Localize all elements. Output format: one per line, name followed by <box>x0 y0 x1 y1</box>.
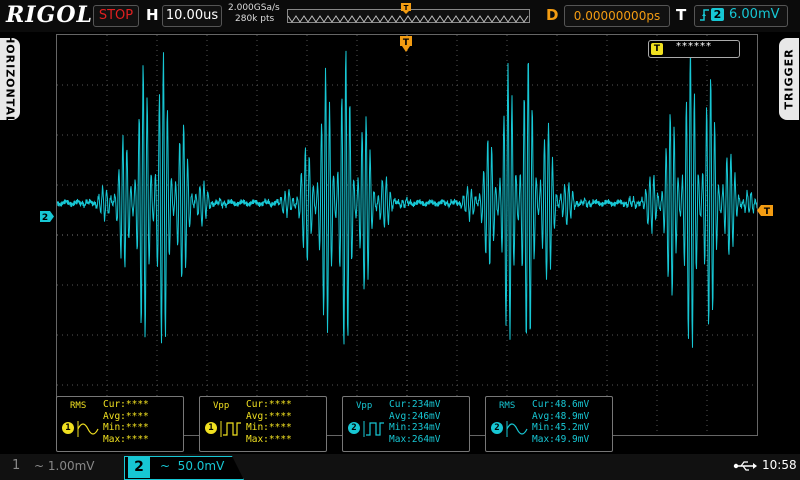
trigger-level-marker[interactable]: T <box>757 205 773 216</box>
max-value: **** <box>125 433 149 445</box>
min-label: Min: <box>389 422 412 433</box>
min-label: Min: <box>246 422 269 433</box>
cur-label: Cur: <box>532 399 555 410</box>
cur-label: Cur: <box>246 399 269 410</box>
trigger-delay-value[interactable]: 0.00000000ps <box>564 5 670 27</box>
avg-value: 48.9mV <box>554 410 590 422</box>
trigger-level-marker-label: T <box>764 207 771 216</box>
cur-label: Cur: <box>389 399 412 410</box>
run-stop-status[interactable]: STOP <box>93 5 139 27</box>
measurement-name: Vpp <box>356 401 373 411</box>
min-value: 234mV <box>411 422 441 433</box>
memory-waveform-icon <box>287 15 529 23</box>
avg-value: 246mV <box>411 410 441 422</box>
waveform-display[interactable] <box>56 34 758 436</box>
max-value: **** <box>268 433 292 445</box>
waveform-canvas <box>56 35 758 435</box>
min-label: Min: <box>103 422 126 433</box>
rms-waveform-icon <box>506 421 528 437</box>
max-label: Max: <box>103 433 126 445</box>
trigger-position-marker[interactable]: T <box>398 36 414 54</box>
vpp-pulse-icon <box>220 421 241 437</box>
trigger-status-text: ****** <box>676 41 712 52</box>
avg-value: **** <box>268 410 292 422</box>
trigger-level: 6.00mV <box>729 7 780 22</box>
cur-value: **** <box>268 399 292 410</box>
channel-2-marker-label: 2 <box>42 213 48 222</box>
trigger-label: T <box>676 6 687 24</box>
svg-text:T: T <box>404 4 409 12</box>
measurement-channel-badge: 2 <box>491 422 503 434</box>
max-value: 264mV <box>411 433 441 445</box>
min-label: Min: <box>532 422 555 433</box>
channel-2-offset-marker[interactable]: 2 <box>40 211 54 222</box>
channel-2-number: 2 <box>128 456 150 478</box>
max-label: Max: <box>246 433 269 445</box>
trigger-tab-label: TRIGGER <box>782 48 796 110</box>
memory-depth: 280k pts <box>235 14 275 24</box>
avg-label: Avg: <box>532 410 555 422</box>
cur-value: 234mV <box>411 399 441 410</box>
avg-value: **** <box>125 410 149 422</box>
channel-1-number: 1 <box>12 458 21 473</box>
vpp-pulse-icon <box>363 421 384 437</box>
channel-2-trace <box>56 47 758 348</box>
avg-label: Avg: <box>103 410 126 422</box>
channel-1-scale: ~ 1.00mV <box>34 459 95 473</box>
min-value: **** <box>125 422 149 433</box>
delay-label: D <box>546 6 559 24</box>
measurement-name: RMS <box>70 401 87 411</box>
min-value: **** <box>268 422 292 433</box>
system-clock: 10:58 <box>762 458 797 472</box>
trigger-menu-tab[interactable]: TRIGGER <box>779 38 799 120</box>
horizontal-menu-tab[interactable]: HORIZONTAL <box>0 34 20 124</box>
min-value: 45.2mV <box>554 422 590 433</box>
horizontal-label: H <box>146 6 159 24</box>
max-value: 49.9mV <box>554 433 590 445</box>
acquisition-info: 2.000GSa/s 280k pts <box>228 3 280 25</box>
avg-label: Avg: <box>389 410 412 422</box>
measurement-panel[interactable]: RMS 1 Cur:**** Avg:**** Min:**** Max:***… <box>56 396 184 452</box>
measurement-channel-badge: 1 <box>62 422 74 434</box>
measurement-channel-badge: 1 <box>205 422 217 434</box>
measurement-channel-badge: 2 <box>348 422 360 434</box>
trigger-status-icon: T <box>651 43 663 55</box>
brand-logo: RIGOL <box>6 2 93 28</box>
measurement-name: Vpp <box>213 401 230 411</box>
cur-value: 48.6mV <box>554 399 590 410</box>
trigger-position-label: T <box>403 38 410 48</box>
cur-value: **** <box>125 399 149 410</box>
trigger-source-channel: 2 <box>711 8 724 21</box>
max-label: Max: <box>532 433 555 445</box>
usb-icon <box>733 461 757 471</box>
measurement-panel[interactable]: Vpp 1 Cur:**** Avg:**** Min:**** Max:***… <box>199 396 327 452</box>
rising-edge-icon <box>700 9 709 21</box>
avg-label: Avg: <box>246 410 269 422</box>
sample-rate: 2.000GSa/s <box>228 3 280 13</box>
max-label: Max: <box>389 433 412 445</box>
cur-label: Cur: <box>103 399 126 410</box>
channel-2-scale: ~ 50.0mV <box>160 459 225 473</box>
horizontal-tab-label: HORIZONTAL <box>3 34 17 124</box>
measurement-panel[interactable]: RMS 2 Cur:48.6mV Avg:48.9mV Min:45.2mV M… <box>485 396 613 452</box>
timebase-value[interactable]: 10.00us <box>162 5 222 27</box>
rms-waveform-icon <box>77 421 99 437</box>
measurement-name: RMS <box>499 401 516 411</box>
memory-trigger-marker-icon: T <box>401 3 411 14</box>
measurement-panel[interactable]: Vpp 2 Cur:234mV Avg:246mV Min:234mV Max:… <box>342 396 470 452</box>
